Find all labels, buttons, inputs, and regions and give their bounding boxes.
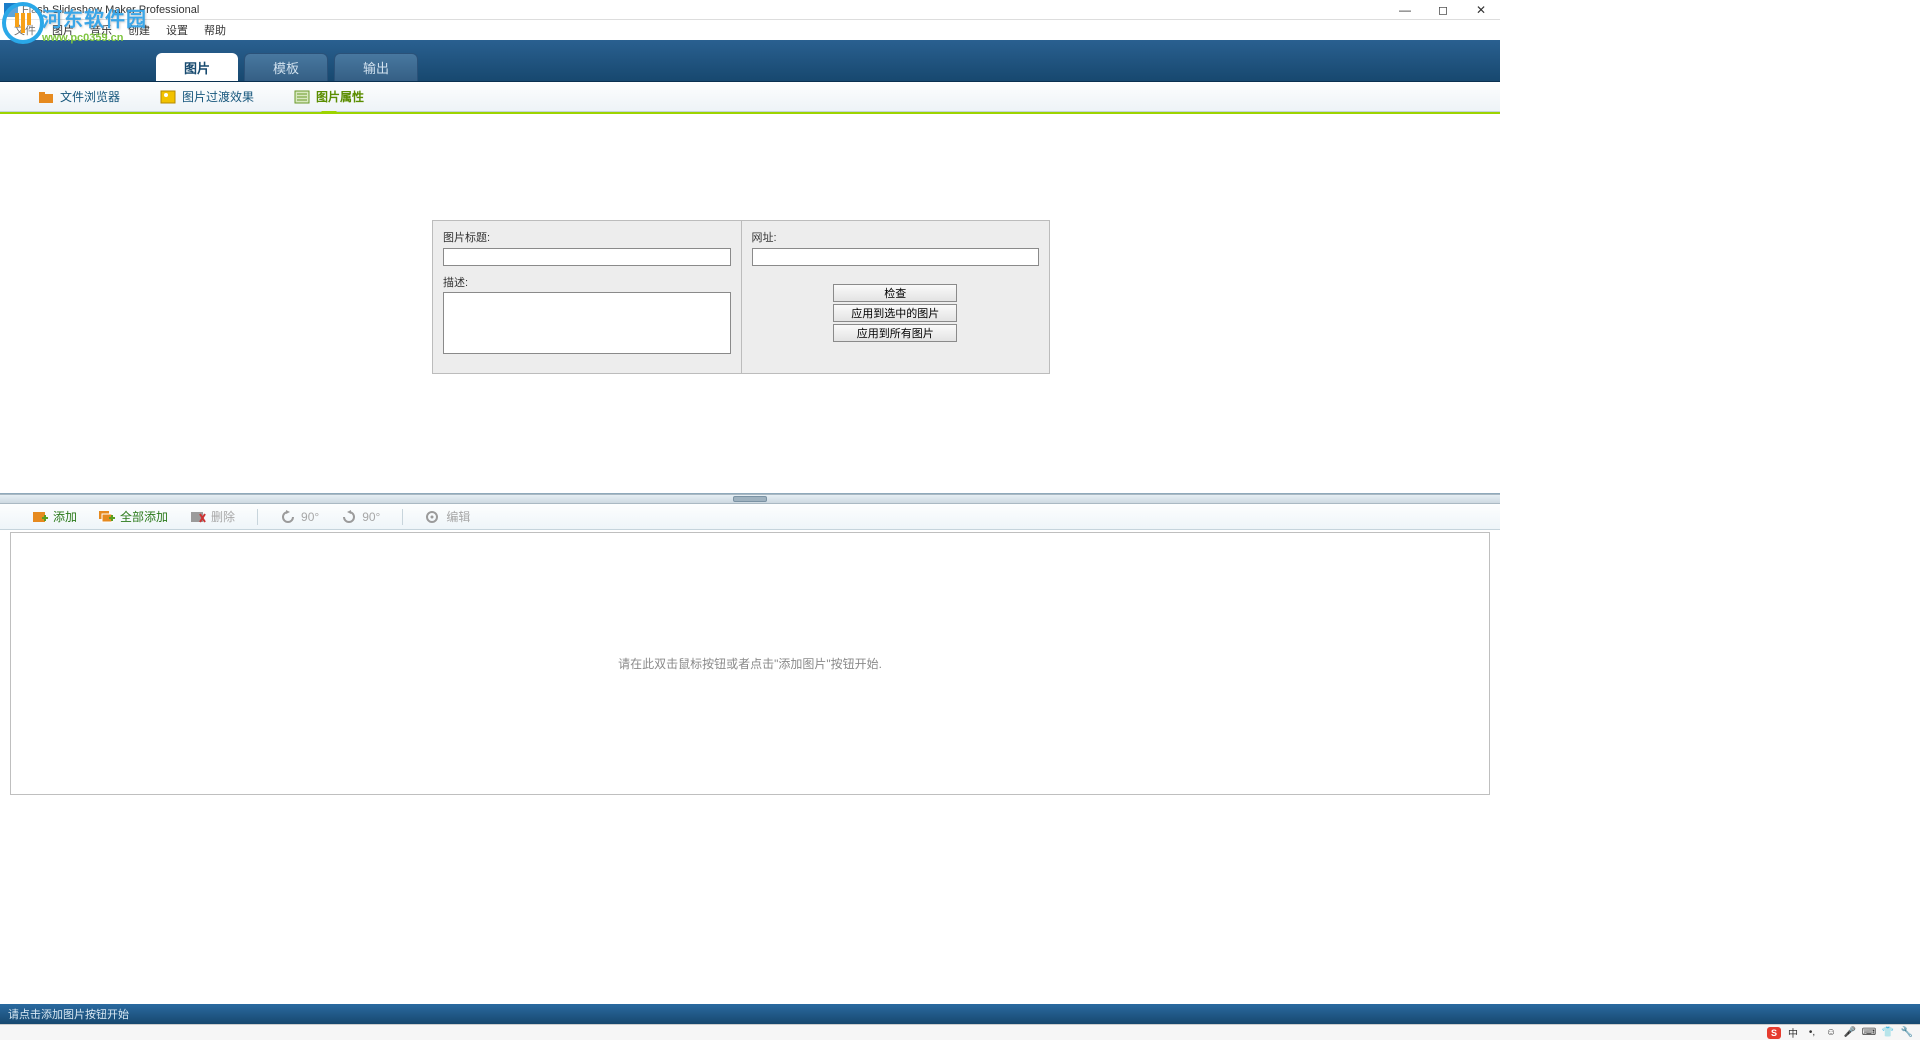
tab-output-label: 输出 [363, 58, 389, 77]
rotate-right-button: 90° [341, 510, 380, 524]
desc-label: 描述: [443, 274, 731, 290]
ime-skin-icon[interactable]: 👕 [1881, 1027, 1895, 1039]
tab-output[interactable]: 输出 [334, 53, 418, 81]
ime-emoji-icon[interactable]: ☺ [1824, 1027, 1838, 1039]
lower-toolbar: 添加 全部添加 删除 90° 90° 编辑 [0, 504, 1500, 530]
edit-button: 编辑 [425, 508, 470, 525]
add-all-label: 全部添加 [120, 508, 168, 525]
close-button[interactable]: ✕ [1474, 3, 1488, 17]
add-label: 添加 [53, 508, 77, 525]
window-title: Flash Slideshow Maker Professional [22, 4, 1398, 16]
thumbnail-area[interactable]: 请在此双击鼠标按钮或者点击"添加图片"按钮开始. [10, 532, 1490, 795]
rotate-left-button: 90° [280, 510, 319, 524]
menu-file[interactable]: 文件 [6, 22, 44, 38]
url-input[interactable] [752, 248, 1040, 266]
subtab-properties-label: 图片属性 [316, 88, 364, 105]
edit-icon [425, 510, 441, 524]
add-all-button[interactable]: 全部添加 [99, 508, 168, 525]
empty-hint: 请在此双击鼠标按钮或者点击"添加图片"按钮开始. [618, 655, 882, 672]
system-tray: S 中 •, ☺ 🎤 ⌨ 👕 🔧 [0, 1024, 1920, 1040]
tab-photo[interactable]: 图片 [156, 53, 238, 81]
properties-pane: 图片标题: 描述: 网址: 检查 应用到选中的图片 应用到所有图片 [0, 114, 1500, 494]
tab-template[interactable]: 模板 [244, 53, 328, 81]
properties-icon [294, 90, 310, 104]
app-icon [4, 3, 18, 17]
rotate-left-label: 90° [301, 510, 319, 524]
delete-icon [190, 510, 206, 524]
separator [402, 509, 403, 525]
menu-bar: 文件 图片 音乐 创建 设置 帮助 [0, 20, 1500, 40]
minimize-button[interactable]: — [1398, 3, 1412, 17]
title-bar: Flash Slideshow Maker Professional — ◻ ✕ [0, 0, 1500, 20]
ime-tool-icon[interactable]: 🔧 [1900, 1027, 1914, 1039]
menu-settings[interactable]: 设置 [158, 22, 196, 38]
title-input[interactable] [443, 248, 731, 266]
rotate-right-label: 90° [362, 510, 380, 524]
delete-label: 删除 [211, 508, 235, 525]
edit-label: 编辑 [446, 508, 470, 525]
menu-music[interactable]: 音乐 [82, 22, 120, 38]
properties-panel: 图片标题: 描述: 网址: 检查 应用到选中的图片 应用到所有图片 [432, 220, 1050, 374]
separator [257, 509, 258, 525]
add-icon [32, 510, 48, 524]
transition-icon [160, 90, 176, 104]
grip-icon [733, 496, 767, 502]
url-label: 网址: [752, 229, 1040, 245]
rotate-right-icon [341, 510, 357, 524]
main-tabs: 图片 模板 输出 [0, 40, 1500, 82]
status-bar: 请点击添加图片按钮开始 [0, 1004, 1920, 1024]
delete-button: 删除 [190, 508, 235, 525]
menu-photo[interactable]: 图片 [44, 22, 82, 38]
menu-help[interactable]: 帮助 [196, 22, 234, 38]
subtab-file-browser[interactable]: 文件浏览器 [38, 88, 120, 105]
sogou-ime-icon[interactable]: S [1767, 1027, 1781, 1039]
folder-icon [38, 90, 54, 104]
apply-all-button[interactable]: 应用到所有图片 [833, 324, 957, 342]
menu-create[interactable]: 创建 [120, 22, 158, 38]
splitter-handle[interactable] [0, 494, 1500, 504]
maximize-button[interactable]: ◻ [1436, 3, 1450, 17]
ime-mic-icon[interactable]: 🎤 [1843, 1027, 1857, 1039]
subtab-transition[interactable]: 图片过渡效果 [160, 88, 254, 105]
tab-template-label: 模板 [273, 58, 299, 77]
ime-keyboard-icon[interactable]: ⌨ [1862, 1027, 1876, 1039]
check-button[interactable]: 检查 [833, 284, 957, 302]
ime-punct-icon[interactable]: •, [1805, 1027, 1819, 1039]
status-text: 请点击添加图片按钮开始 [8, 1006, 129, 1022]
add-button[interactable]: 添加 [32, 508, 77, 525]
apply-selected-button[interactable]: 应用到选中的图片 [833, 304, 957, 322]
title-label: 图片标题: [443, 229, 731, 245]
add-all-icon [99, 510, 115, 524]
subtab-transition-label: 图片过渡效果 [182, 88, 254, 105]
subtab-properties[interactable]: 图片属性 [294, 88, 364, 105]
sub-toolbar: 文件浏览器 图片过渡效果 图片属性 [0, 82, 1500, 112]
ime-lang-icon[interactable]: 中 [1786, 1027, 1800, 1039]
subtab-browser-label: 文件浏览器 [60, 88, 120, 105]
tab-photo-label: 图片 [184, 58, 210, 77]
rotate-left-icon [280, 510, 296, 524]
desc-textarea[interactable] [443, 292, 731, 354]
